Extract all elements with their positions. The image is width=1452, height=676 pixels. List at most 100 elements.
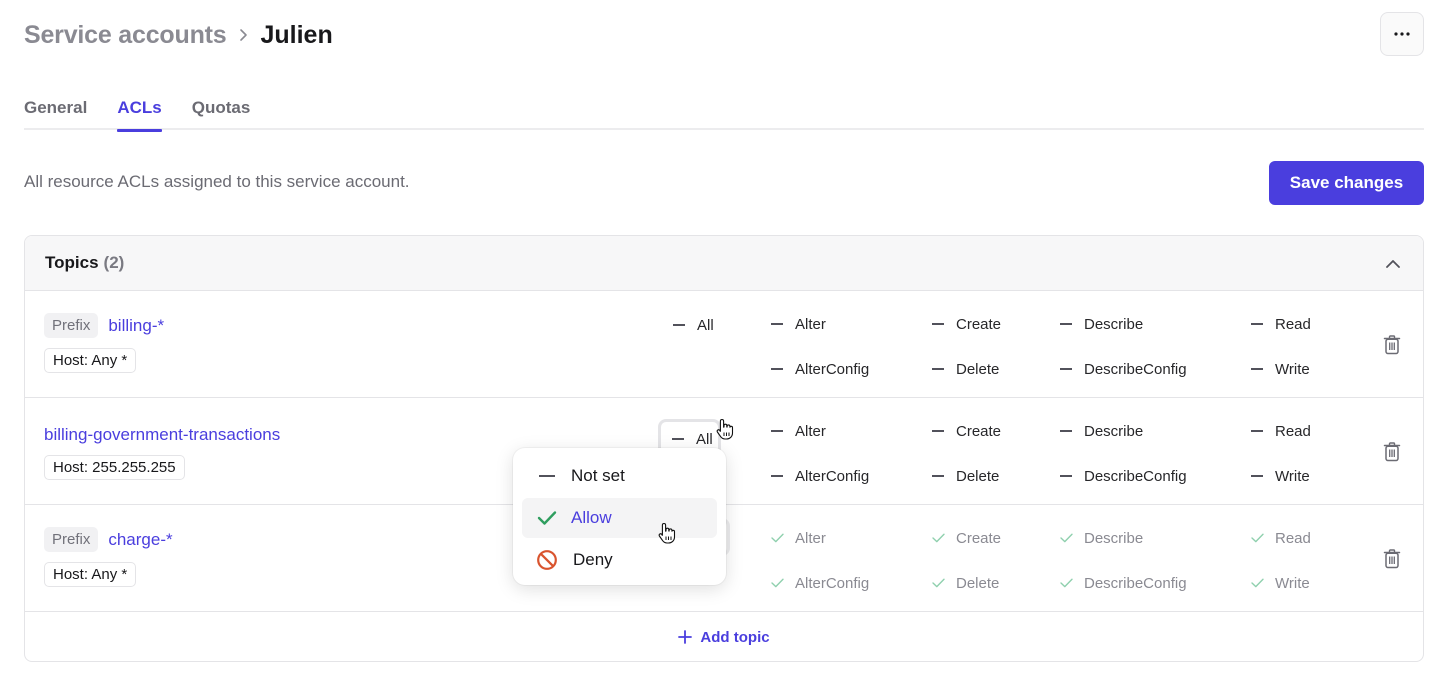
topic-title-line: Prefix billing-*: [44, 313, 164, 338]
permission-toggle-alterconfig[interactable]: AlterConfig: [771, 573, 869, 593]
topics-panel: Topics (2) Prefix billing-* Host: Any * Al…: [24, 235, 1424, 662]
permission-toggle-describe[interactable]: Describe: [1060, 528, 1143, 548]
permission-toggle-read[interactable]: Read: [1251, 528, 1311, 548]
dash-icon: [672, 438, 696, 440]
permission-toggle-delete[interactable]: Delete: [932, 466, 999, 486]
topic-name-link[interactable]: charge-*: [108, 530, 172, 550]
permission-label: Write: [1275, 574, 1310, 592]
hand-cursor-icon: [716, 418, 734, 440]
dash-icon: [1251, 323, 1275, 325]
permission-toggle-delete[interactable]: Delete: [932, 359, 999, 379]
collapse-button[interactable]: [1381, 252, 1405, 276]
check-icon: [1251, 578, 1275, 588]
breadcrumb-parent-link[interactable]: Service accounts: [24, 21, 227, 50]
permission-label: Read: [1275, 422, 1311, 440]
delete-topic-button[interactable]: [1383, 335, 1401, 355]
check-icon: [536, 510, 558, 526]
permission-toggle-describeconfig[interactable]: DescribeConfig: [1060, 359, 1187, 379]
ellipsis-icon: [1394, 32, 1410, 36]
permission-label: Alter: [795, 529, 826, 547]
permission-toggle-alter[interactable]: Alter: [771, 314, 826, 334]
permission-toggle-describeconfig[interactable]: DescribeConfig: [1060, 466, 1187, 486]
host-badge: Host: Any *: [44, 562, 137, 587]
tab-bar: General ACLs Quotas: [24, 92, 1424, 132]
permission-toggle-write[interactable]: Write: [1251, 466, 1310, 486]
all-permission-toggle[interactable]: All: [673, 315, 714, 335]
permission-label: Alter: [795, 315, 826, 333]
check-icon: [1251, 533, 1275, 543]
page-title: Julien: [260, 20, 333, 49]
host-badge: Host: 255.255.255: [44, 455, 185, 480]
permission-toggle-read[interactable]: Read: [1251, 314, 1311, 334]
tab-general[interactable]: General: [24, 92, 87, 130]
dropdown-option-label: Allow: [571, 508, 612, 527]
permission-label: Delete: [956, 360, 1000, 378]
page-header: Service accounts Julien: [24, 12, 1424, 56]
permission-label: Write: [1275, 360, 1310, 378]
permission-toggle-create[interactable]: Create: [932, 421, 1001, 441]
dash-icon: [932, 323, 956, 325]
dash-icon: [1251, 430, 1275, 432]
delete-topic-button[interactable]: [1383, 549, 1401, 569]
dash-icon: [1060, 368, 1084, 370]
topic-name-link[interactable]: billing-government-transactions: [44, 425, 280, 445]
chevron-up-icon: [1386, 260, 1400, 268]
permission-toggle-create[interactable]: Create: [932, 528, 1001, 548]
permission-label: AlterConfig: [795, 574, 870, 592]
add-topic-button[interactable]: Add topic: [25, 612, 1423, 661]
dash-icon: [1060, 323, 1084, 325]
topics-panel-header[interactable]: Topics (2): [25, 236, 1423, 291]
permission-label: AlterConfig: [795, 467, 870, 485]
permission-label: Alter: [795, 422, 826, 440]
permission-toggle-read[interactable]: Read: [1251, 421, 1311, 441]
trash-icon: [1383, 549, 1401, 569]
topic-title-line: Prefix charge-*: [44, 527, 173, 552]
dash-icon: [932, 368, 956, 370]
topics-count: (2): [103, 253, 125, 272]
more-options-button[interactable]: [1380, 12, 1424, 56]
plus-icon: [678, 630, 693, 644]
permission-label: AlterConfig: [795, 360, 870, 378]
check-icon: [771, 533, 795, 543]
permission-toggle-describe[interactable]: Describe: [1060, 421, 1143, 441]
permission-toggle-create[interactable]: Create: [932, 314, 1001, 334]
permission-toggle-alterconfig[interactable]: AlterConfig: [771, 466, 869, 486]
permission-toggle-describe[interactable]: Describe: [1060, 314, 1143, 334]
prefix-badge: Prefix: [44, 313, 99, 338]
dropdown-option-label: Not set: [571, 466, 625, 485]
dash-icon: [673, 324, 697, 326]
permission-toggle-delete[interactable]: Delete: [932, 573, 999, 593]
permission-toggle-alterconfig[interactable]: AlterConfig: [771, 359, 869, 379]
hand-cursor-icon: [658, 522, 676, 544]
permission-label: All: [697, 316, 714, 334]
dash-icon: [1251, 475, 1275, 477]
dropdown-option-deny[interactable]: Deny: [522, 540, 717, 580]
permission-toggle-alter[interactable]: Alter: [771, 421, 826, 441]
permission-label: DescribeConfig: [1084, 467, 1187, 485]
tab-acls[interactable]: ACLs: [117, 92, 163, 132]
topics-panel-title: Topics: [45, 253, 99, 272]
section-description: All resource ACLs assigned to this servi…: [24, 172, 410, 191]
permission-toggle-write[interactable]: Write: [1251, 573, 1310, 593]
permission-label: Create: [956, 529, 1002, 547]
tab-quotas[interactable]: Quotas: [192, 92, 251, 130]
permission-toggle-alter[interactable]: Alter: [771, 528, 826, 548]
dropdown-option-allow[interactable]: Allow: [522, 498, 717, 538]
dash-icon: [771, 475, 795, 477]
topic-name-link[interactable]: billing-*: [108, 316, 164, 336]
permission-label: Delete: [956, 574, 1000, 592]
trash-icon: [1383, 442, 1401, 462]
permission-label: Create: [956, 422, 1002, 440]
topic-title-line: billing-government-transactions: [44, 425, 280, 445]
delete-topic-button[interactable]: [1383, 442, 1401, 462]
permission-toggle-write[interactable]: Write: [1251, 359, 1310, 379]
permission-toggle-describeconfig[interactable]: DescribeConfig: [1060, 573, 1187, 593]
dash-icon: [536, 475, 558, 477]
check-icon: [932, 533, 956, 543]
dropdown-option-not-set[interactable]: Not set: [522, 456, 717, 496]
dash-icon: [1060, 430, 1084, 432]
save-changes-button[interactable]: Save changes: [1269, 161, 1424, 205]
check-icon: [771, 578, 795, 588]
dash-icon: [771, 323, 795, 325]
dash-icon: [1251, 368, 1275, 370]
